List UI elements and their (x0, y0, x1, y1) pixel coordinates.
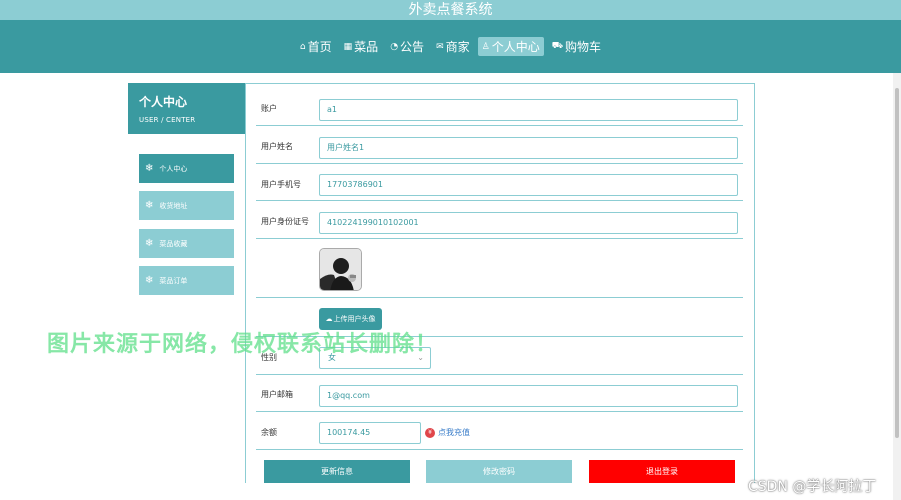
sidebar-title: 个人中心 (139, 95, 188, 109)
nav-home-label: 首页 (307, 40, 332, 54)
sidebar-subtitle: USER / CENTER (139, 116, 196, 124)
nav-merchant-label: 商家 (445, 40, 470, 54)
nav-user-center[interactable]: ♙ 个人中心 (477, 37, 544, 56)
nav-dishes[interactable]: ▦ 菜品 (340, 37, 383, 56)
snowflake-icon: ❄ (145, 238, 154, 249)
cart-icon: ⛟ (551, 41, 564, 51)
cloud-upload-icon: ☁ (325, 315, 333, 323)
email-input[interactable]: 1@qq.com (319, 385, 738, 407)
nav-cart[interactable]: ⛟ 购物车 (548, 37, 605, 56)
snowflake-icon: ❄ (145, 275, 154, 286)
nav-notice[interactable]: ◔ 公告 (386, 37, 428, 56)
yen-icon: ¥ (425, 427, 435, 438)
scrollbar-thumb[interactable] (895, 88, 899, 438)
nav-user-center-label: 个人中心 (491, 40, 540, 54)
sidebar-item-user-center[interactable]: ❄ 个人中心 (139, 154, 234, 183)
phone-input[interactable]: 17703786901 (319, 174, 738, 196)
user-icon: ♙ (481, 41, 490, 52)
credit-text: CSDN @学长阿拉丁 (748, 479, 877, 495)
snowflake-icon: ❄ (145, 200, 154, 211)
nav-home[interactable]: ⌂ 首页 (296, 37, 336, 56)
sidebar-item-label: 收货地址 (159, 201, 188, 210)
sidebar-header: 个人中心 USER / CENTER (128, 83, 245, 134)
sidebar-item-label: 菜品订单 (159, 276, 188, 285)
balance-input[interactable]: 100174.45 (319, 422, 421, 444)
nav-cart-label: 购物车 (565, 40, 602, 54)
balance-label: 余额 (261, 428, 277, 437)
sidebar-item-orders[interactable]: ❄ 菜品订单 (139, 266, 234, 295)
home-icon: ⌂ (299, 41, 306, 52)
snowflake-icon: ❄ (145, 163, 154, 174)
name-label: 用户姓名 (261, 142, 293, 151)
sidebar-item-label: 菜品收藏 (159, 239, 188, 248)
idcard-input[interactable]: 410224199010102001 (319, 212, 738, 234)
sidebar-item-favorites[interactable]: ❄ 菜品收藏 (139, 229, 234, 258)
nav-merchant[interactable]: ✉ 商家 (432, 37, 474, 56)
sidebar-item-address[interactable]: ❄ 收货地址 (139, 191, 234, 220)
watermark-text: 图片来源于网络，侵权联系站长删除！ (47, 332, 439, 357)
main-nav: ⌂ 首页 ▦ 菜品 ◔ 公告 ✉ 商家 ♙ 个人中心 ⛟ 购物车 (0, 37, 901, 56)
nav-bar: ⌂ 首页 ▦ 菜品 ◔ 公告 ✉ 商家 ♙ 个人中心 ⛟ 购物车 (0, 20, 901, 73)
notice-icon: ◔ (390, 41, 399, 52)
account-label: 账户 (261, 104, 277, 113)
upload-avatar-label: 上传用户头像 (333, 315, 376, 323)
email-label: 用户邮箱 (261, 390, 293, 399)
name-input[interactable]: 用户姓名1 (319, 137, 738, 159)
sidebar-item-label: 个人中心 (159, 164, 188, 173)
recharge-label: 点我充值 (438, 428, 470, 437)
change-password-button[interactable]: 修改密码 (426, 460, 572, 483)
dish-icon: ▦ (343, 41, 353, 52)
update-info-button[interactable]: 更新信息 (264, 460, 410, 483)
app-title: 外卖点餐系统 (0, 0, 901, 20)
mail-icon: ✉ (436, 41, 444, 52)
account-input[interactable]: a1 (319, 99, 738, 121)
nav-notice-label: 公告 (400, 40, 425, 54)
nav-dishes-label: 菜品 (354, 40, 379, 54)
avatar (319, 248, 362, 291)
recharge-link[interactable]: ¥ 点我充值 (425, 427, 470, 438)
logout-button[interactable]: 退出登录 (589, 460, 735, 483)
phone-label: 用户手机号 (261, 180, 301, 189)
idcard-label: 用户身份证号 (261, 217, 309, 226)
